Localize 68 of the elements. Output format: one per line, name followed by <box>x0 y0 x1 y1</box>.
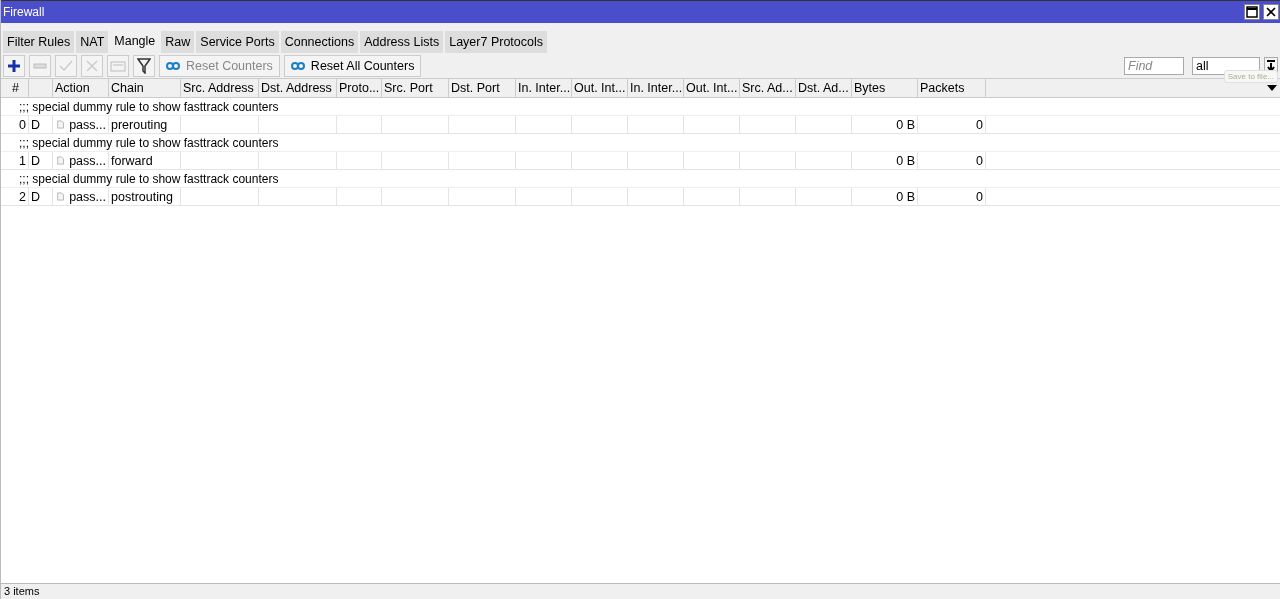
table-cell: 0 <box>976 117 983 132</box>
table-cell: 1 <box>19 153 26 168</box>
rule-comment: ;;; special dummy rule to show fasttrack counters <box>19 171 279 186</box>
plus-icon <box>7 58 21 73</box>
column-header[interactable]: Packets <box>918 79 986 97</box>
document-icon <box>57 154 65 167</box>
table-cell: pass... <box>69 153 106 168</box>
tab[interactable]: NAT <box>76 31 109 53</box>
maximize-button[interactable] <box>1244 4 1260 20</box>
close-icon <box>1265 6 1277 18</box>
table-cell: D <box>31 153 41 168</box>
document-icon <box>57 118 65 131</box>
table-cell: pass... <box>69 189 106 204</box>
table-cell: pass... <box>69 117 106 132</box>
rule-comment: ;;; special dummy rule to show fasttrack counters <box>19 99 279 114</box>
table-cell: 0 <box>976 153 983 168</box>
tab[interactable]: Layer7 Protocols <box>445 31 547 53</box>
column-header[interactable]: Dst. Port <box>449 79 516 97</box>
tab[interactable]: Raw <box>161 31 195 53</box>
check-icon <box>59 59 73 72</box>
column-header[interactable]: Chain <box>109 79 181 97</box>
document-icon <box>57 190 65 203</box>
reset-icon <box>290 60 305 71</box>
tab[interactable]: Connections <box>280 31 359 53</box>
item-count: 3 items <box>4 585 40 597</box>
reset-icon <box>166 60 180 71</box>
table-cell: 0 B <box>896 117 915 132</box>
filter-button[interactable] <box>133 54 155 77</box>
column-header[interactable]: Dst. Address <box>259 79 337 97</box>
tab[interactable]: Service Ports <box>196 31 279 53</box>
table-cell: postrouting <box>111 189 173 204</box>
column-header[interactable]: Out. Int... <box>572 79 628 97</box>
note-icon <box>110 59 126 72</box>
tab[interactable]: Filter Rules <box>3 31 75 53</box>
column-header[interactable]: # <box>1 79 29 97</box>
maximize-icon <box>1246 6 1258 18</box>
minus-icon <box>33 62 47 69</box>
find-field[interactable]: Find <box>1124 56 1184 75</box>
window-title: Firewall <box>2 5 45 19</box>
table-cell: 0 B <box>896 189 915 204</box>
cross-icon <box>86 59 98 72</box>
tab[interactable]: Address Lists <box>360 31 444 53</box>
column-header[interactable]: In. Inter... <box>628 79 684 97</box>
column-header[interactable]: Dst. Ad... <box>796 79 852 97</box>
table-cell: prerouting <box>111 117 168 132</box>
column-header[interactable]: Src. Ad... <box>740 79 796 97</box>
rule-comment: ;;; special dummy rule to show fasttrack counters <box>19 135 279 150</box>
column-header[interactable]: In. Inter... <box>516 79 572 97</box>
column-header[interactable]: Bytes <box>852 79 918 97</box>
table-cell: 0 <box>19 117 26 132</box>
close-button[interactable] <box>1263 4 1279 20</box>
column-header[interactable]: Src. Address <box>181 79 259 97</box>
table-cell: forward <box>111 153 153 168</box>
reset-counters-button[interactable]: Reset All Counters <box>283 54 422 77</box>
column-header[interactable]: Action <box>53 79 109 97</box>
table-cell: D <box>31 189 41 204</box>
table-cell: 0 <box>976 189 983 204</box>
dropdown-arrow-icon[interactable] <box>1267 85 1277 91</box>
column-header[interactable]: Out. Int... <box>684 79 740 97</box>
column-header[interactable]: Proto... <box>337 79 382 97</box>
tooltip: Save to file... <box>1223 70 1278 83</box>
table-cell: 2 <box>19 189 26 204</box>
add-button[interactable] <box>3 54 25 77</box>
table-cell: D <box>31 117 41 132</box>
column-header[interactable]: Src. Port <box>382 79 449 97</box>
table-cell: 0 B <box>896 153 915 168</box>
download-icon <box>1266 59 1276 72</box>
filter-icon <box>137 57 151 74</box>
